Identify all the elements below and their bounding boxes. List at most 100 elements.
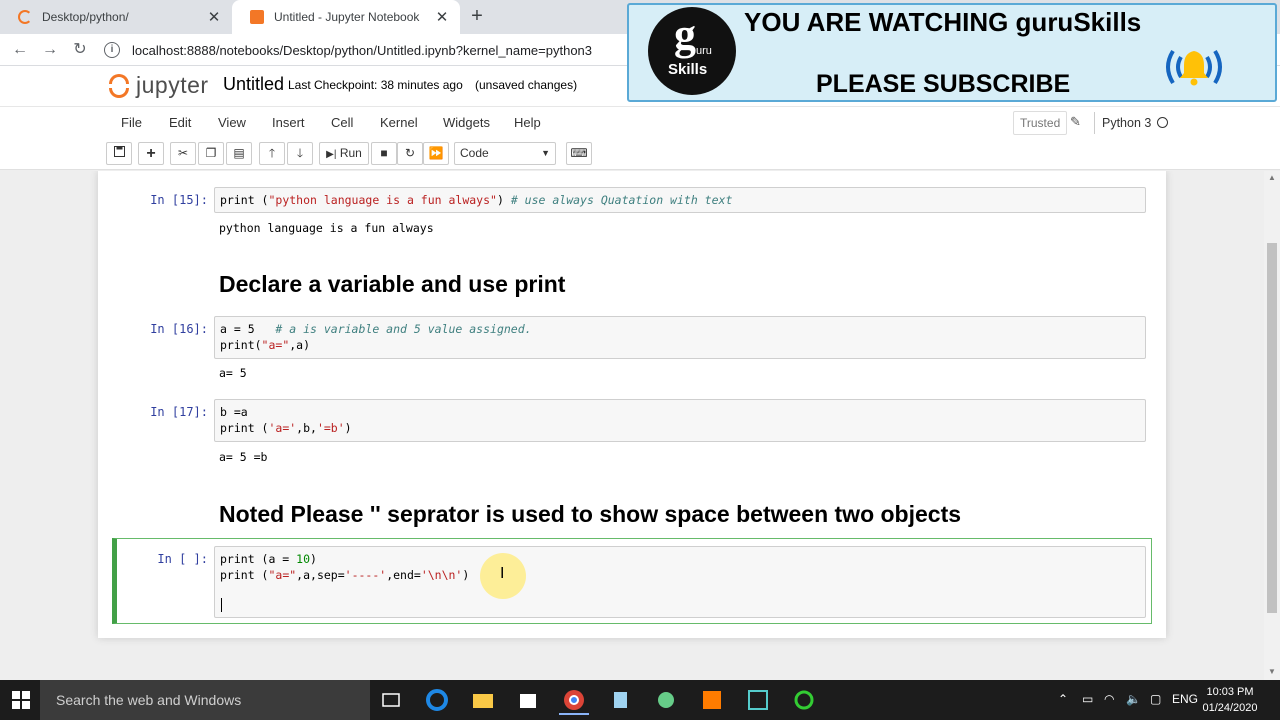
- markdown-heading[interactable]: Declare a variable and use print: [219, 271, 565, 298]
- run-label: Run: [339, 146, 362, 160]
- wifi-icon[interactable]: ◠: [1104, 692, 1114, 706]
- code-cell-input[interactable]: a = 5 # a is variable and 5 value assign…: [214, 316, 1146, 359]
- app-icon[interactable]: [743, 685, 773, 715]
- menu-kernel[interactable]: Kernel: [380, 115, 418, 130]
- paste-button[interactable]: ▤: [226, 142, 252, 165]
- notebook-toolbar: + ✂ ❐ ▤ 🡑 🡓 ▶| Run ■ ↻ ⏩ Code ▼ ⌨: [0, 138, 1280, 170]
- jupyter-logo[interactable]: jupyter: [108, 72, 209, 99]
- code-text: b =a: [220, 405, 248, 419]
- notebook-name[interactable]: Untitled: [223, 74, 284, 95]
- arrow-down-icon: 🡓: [296, 146, 304, 160]
- save-button[interactable]: [106, 142, 132, 165]
- tab-desktop-python[interactable]: Desktop/python/ ✕: [0, 0, 232, 34]
- app-icon[interactable]: [789, 685, 819, 715]
- scrollbar-thumb[interactable]: [1267, 243, 1277, 613]
- pencil-icon: ✎: [1070, 114, 1081, 129]
- forward-arrow-icon[interactable]: →: [38, 38, 62, 62]
- file-explorer-icon[interactable]: [468, 685, 498, 715]
- edge-browser-icon[interactable]: [422, 685, 452, 715]
- code-string: 'a=': [268, 421, 297, 435]
- notebook-page: In [15]: print ("python language is a fu…: [98, 171, 1166, 638]
- code-text: print(: [220, 338, 262, 352]
- vertical-scrollbar[interactable]: ▲ ▼: [1264, 171, 1280, 680]
- illustrator-icon[interactable]: [697, 685, 727, 715]
- menu-cell[interactable]: Cell: [331, 115, 353, 130]
- code-string: "python language is a fun always": [268, 193, 497, 207]
- code-text: ,a,sep=: [296, 568, 345, 582]
- move-down-button[interactable]: 🡓: [287, 142, 313, 165]
- subscribe-banner: g uru Skills YOU ARE WATCHING guruSkills…: [627, 3, 1277, 102]
- chevron-up-icon[interactable]: ⌃: [1058, 692, 1068, 706]
- insert-cell-button[interactable]: +: [138, 142, 164, 165]
- back-arrow-icon[interactable]: ←: [8, 38, 32, 62]
- scroll-down-icon[interactable]: ▼: [1267, 667, 1277, 676]
- tab-title: Desktop/python/: [42, 10, 129, 24]
- cell-output: a= 5 =b: [219, 450, 268, 464]
- volume-icon[interactable]: 🔈: [1126, 692, 1141, 706]
- url-field[interactable]: i localhost:8888/notebooks/Desktop/pytho…: [104, 37, 644, 63]
- taskbar-search[interactable]: Search the web and Windows: [40, 680, 370, 720]
- copy-button[interactable]: ❐: [198, 142, 224, 165]
- restart-button[interactable]: ↻: [397, 142, 423, 165]
- code-string: '\n\n': [420, 568, 463, 582]
- taskbar-clock[interactable]: 10:03 PM 01/24/2020: [1200, 684, 1260, 716]
- notepad-icon[interactable]: [605, 685, 635, 715]
- code-string: "a=": [268, 568, 297, 582]
- interrupt-button[interactable]: ■: [371, 142, 397, 165]
- code-text: print (: [220, 568, 269, 582]
- close-tab-icon[interactable]: ✕: [206, 8, 222, 26]
- cell-type-select[interactable]: Code ▼: [454, 142, 556, 165]
- search-placeholder: Search the web and Windows: [56, 692, 242, 708]
- reload-icon[interactable]: ↻: [68, 38, 92, 62]
- close-tab-icon[interactable]: ✕: [434, 8, 450, 26]
- banner-title: YOU ARE WATCHING guruSkills: [744, 7, 1142, 37]
- network-icon[interactable]: ▭: [1082, 692, 1093, 706]
- notification-icon[interactable]: ▢: [1150, 692, 1161, 706]
- scissors-icon: ✂: [177, 146, 189, 160]
- code-text: ): [310, 552, 317, 566]
- restart-run-all-button[interactable]: ⏩: [423, 142, 449, 165]
- store-icon[interactable]: [513, 685, 543, 715]
- app-icon[interactable]: [651, 685, 681, 715]
- task-view-icon[interactable]: [376, 685, 406, 715]
- code-cell-input-active[interactable]: print (a = 10) print ("a=",a,sep='----',…: [214, 546, 1146, 618]
- command-palette-button[interactable]: ⌨: [566, 142, 592, 165]
- run-button[interactable]: ▶| Run: [319, 142, 369, 165]
- code-cell-input[interactable]: b =a print ('a=',b,'=b'): [214, 399, 1146, 442]
- menu-file[interactable]: File: [121, 115, 142, 130]
- tab-untitled-notebook[interactable]: Untitled - Jupyter Notebook ✕: [232, 0, 460, 34]
- input-prompt: In [ ]:: [157, 552, 208, 566]
- trusted-badge[interactable]: Trusted: [1013, 111, 1068, 135]
- url-text: localhost:8888/notebooks/Desktop/python/…: [132, 42, 593, 58]
- cell-type-value: Code: [460, 146, 489, 160]
- code-string: "a=": [261, 338, 290, 352]
- menu-widgets[interactable]: Widgets: [443, 115, 490, 130]
- tab-title: Untitled - Jupyter Notebook: [274, 10, 420, 24]
- menu-view[interactable]: View: [218, 115, 246, 130]
- cell-output: a= 5: [219, 366, 247, 380]
- code-text: ): [344, 421, 352, 435]
- save-icon: [113, 146, 125, 157]
- plus-icon: +: [146, 145, 156, 162]
- clock-time: 10:03 PM: [1206, 686, 1254, 698]
- step-forward-icon: ▶|: [326, 149, 337, 160]
- code-text: ): [462, 568, 470, 582]
- site-info-icon[interactable]: i: [104, 42, 120, 58]
- markdown-heading[interactable]: Noted Please '' seprator is used to show…: [219, 501, 961, 528]
- paste-icon: ▤: [233, 146, 245, 160]
- code-text: print (: [220, 421, 269, 435]
- cut-button[interactable]: ✂: [170, 142, 196, 165]
- kernel-name[interactable]: Python 3: [1094, 112, 1151, 134]
- menu-help[interactable]: Help: [514, 115, 541, 130]
- new-tab-button[interactable]: +: [466, 5, 488, 28]
- menu-insert[interactable]: Insert: [272, 115, 305, 130]
- move-up-button[interactable]: 🡑: [259, 142, 285, 165]
- code-cell-input[interactable]: print ("python language is a fun always"…: [214, 187, 1146, 213]
- menu-edit[interactable]: Edit: [169, 115, 191, 130]
- chrome-icon[interactable]: [559, 685, 589, 715]
- input-language[interactable]: ENG: [1172, 692, 1198, 706]
- loading-icon: [18, 10, 32, 24]
- code-number: 10: [296, 552, 311, 566]
- scroll-up-icon[interactable]: ▲: [1267, 173, 1277, 182]
- windows-start-icon[interactable]: [12, 691, 30, 709]
